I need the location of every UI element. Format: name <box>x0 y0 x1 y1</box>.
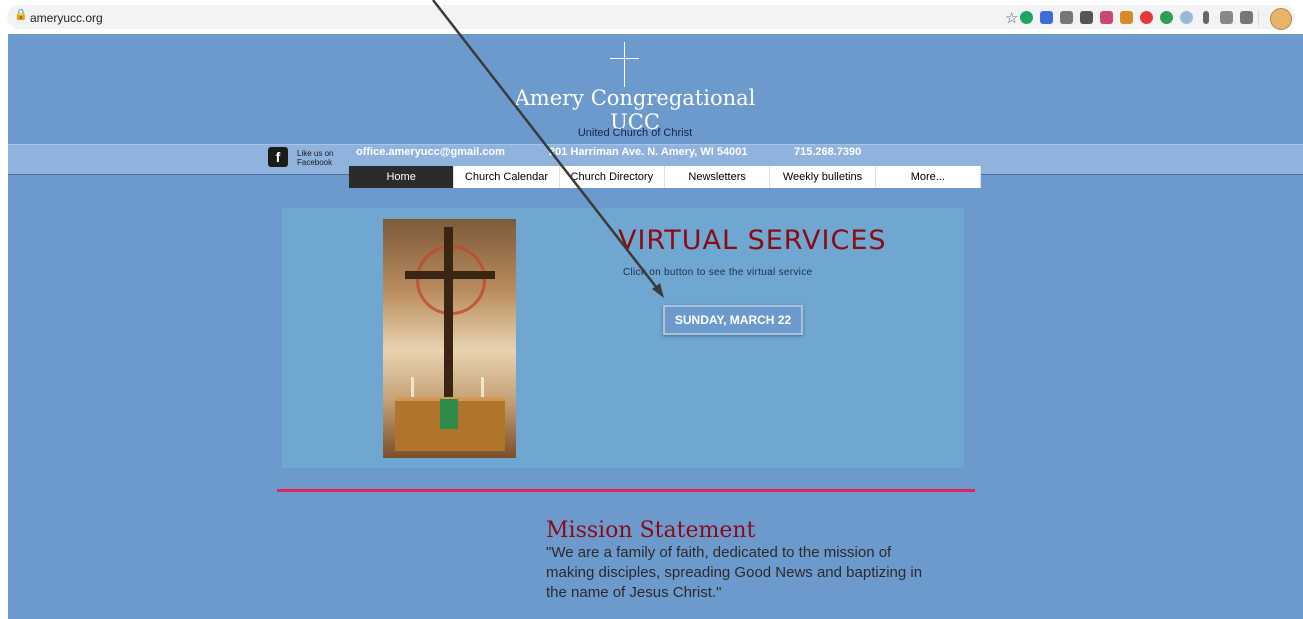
extension-icon[interactable] <box>1160 11 1173 24</box>
mission-text: "We are a family of faith, dedicated to … <box>546 544 923 601</box>
extension-icon[interactable] <box>1180 11 1193 24</box>
extension-icon[interactable] <box>1040 11 1053 24</box>
browser-toolbar: 🔒 ameryucc.org ☆ <box>0 0 1303 34</box>
facebook-icon[interactable]: f <box>268 147 288 167</box>
nav-more[interactable]: More... <box>875 166 981 188</box>
altar-cross-image <box>383 219 516 458</box>
extension-icon[interactable] <box>1020 11 1033 24</box>
site-subtitle: United Church of Christ <box>577 127 693 139</box>
cross-logo-icon <box>610 58 639 59</box>
extension-icon[interactable] <box>1120 11 1133 24</box>
section-divider <box>277 489 975 492</box>
lock-icon[interactable]: 🔒 <box>14 8 28 21</box>
extension-icon[interactable] <box>1140 11 1153 24</box>
contact-email[interactable]: office.ameryucc@gmail.com <box>356 146 505 158</box>
extension-icon[interactable] <box>1100 11 1113 24</box>
extension-icon[interactable] <box>1240 11 1253 24</box>
mission-heading: Mission Statement <box>546 518 756 543</box>
extension-icon[interactable] <box>1220 11 1233 24</box>
bookmark-star-icon[interactable]: ☆ <box>1005 9 1018 27</box>
nav-weekly-bulletins[interactable]: Weekly bulletins <box>770 166 876 188</box>
extension-icon[interactable] <box>1080 11 1093 24</box>
nav-church-calendar[interactable]: Church Calendar <box>454 166 560 188</box>
nav-newsletters[interactable]: Newsletters <box>664 166 771 188</box>
virtual-service-button[interactable]: SUNDAY, MARCH 22 <box>663 305 803 335</box>
url-text[interactable]: ameryucc.org <box>30 11 103 25</box>
contact-address: 201 Harriman Ave. N. Amery, WI 54001 <box>549 146 748 158</box>
extension-icon[interactable] <box>1060 11 1073 24</box>
facebook-label[interactable]: Like us on Facebook <box>297 149 347 167</box>
toolbar-divider <box>1258 10 1259 26</box>
cross-logo-icon <box>624 42 625 87</box>
main-nav: Home Church Calendar Church Directory Ne… <box>349 166 981 188</box>
virtual-services-heading: VIRTUAL SERVICES <box>618 225 887 256</box>
microphone-icon[interactable] <box>1203 11 1209 24</box>
nav-church-directory[interactable]: Church Directory <box>559 166 665 188</box>
contact-phone: 715.268.7390 <box>794 146 862 158</box>
profile-avatar[interactable] <box>1270 8 1292 30</box>
virtual-services-instruction: Click on button to see the virtual servi… <box>623 267 813 278</box>
nav-home[interactable]: Home <box>349 166 455 188</box>
